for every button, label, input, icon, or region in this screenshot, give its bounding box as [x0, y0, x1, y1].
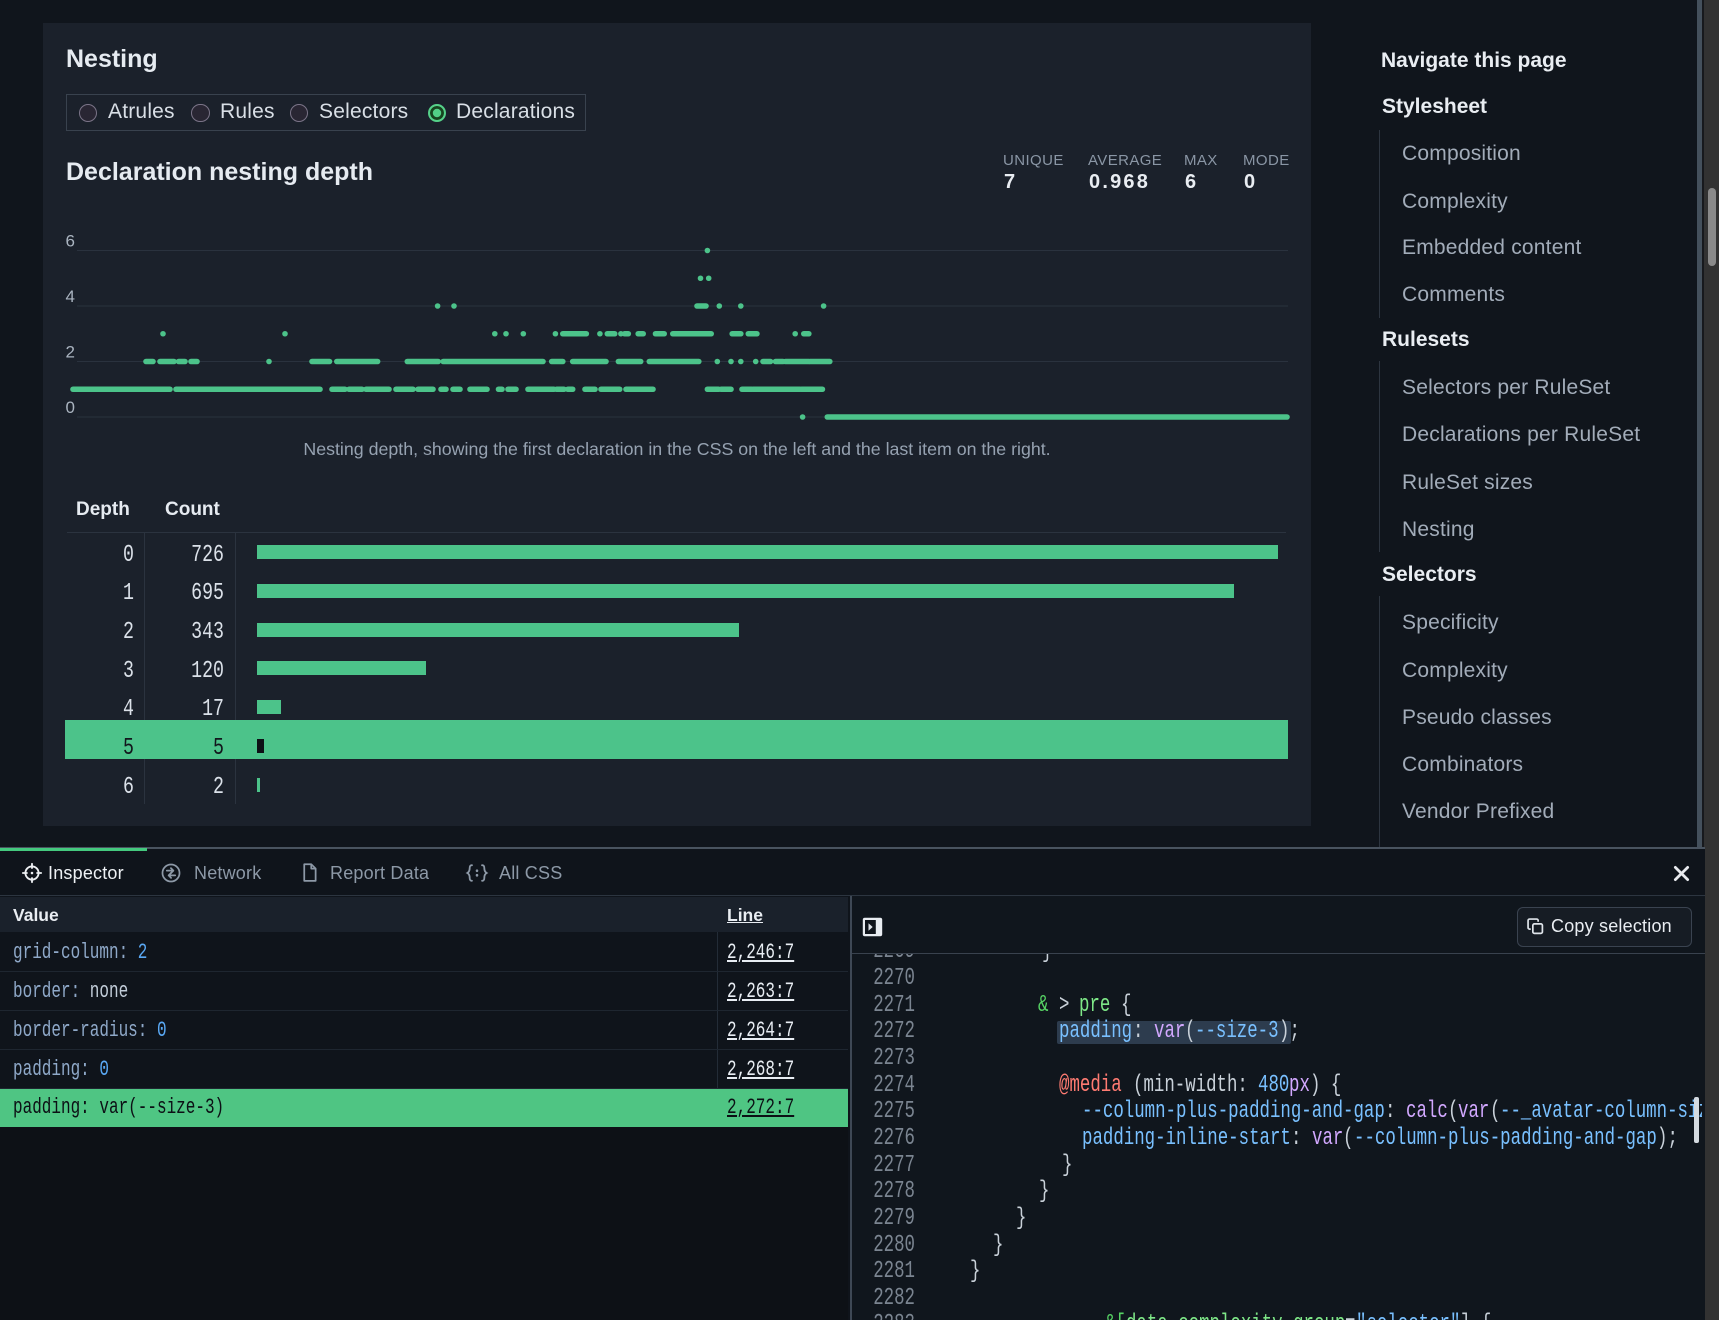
svg-text:6: 6	[66, 232, 75, 251]
svg-text:0: 0	[66, 398, 75, 417]
svg-text:2: 2	[66, 343, 75, 362]
svg-text:4: 4	[66, 287, 75, 306]
